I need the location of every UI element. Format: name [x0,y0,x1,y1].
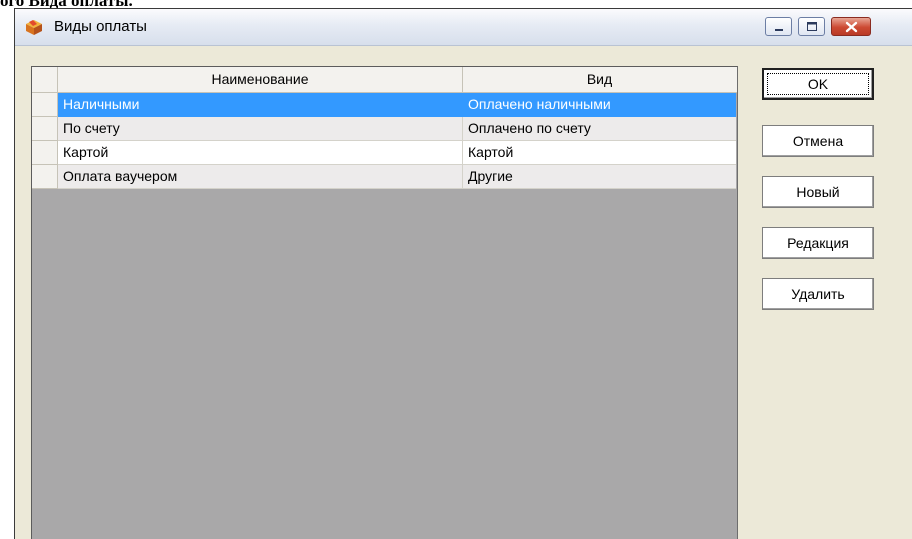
row-indicator[interactable] [32,165,58,189]
grid-header: Наименование Вид [32,67,737,93]
cell-kind[interactable]: Оплачено по счету [463,117,736,141]
table-row[interactable]: Наличными Оплачено наличными [32,93,736,117]
table-row[interactable]: По счету Оплачено по счету [32,117,736,141]
row-indicator[interactable] [32,93,58,117]
close-button[interactable] [831,17,871,36]
cell-name[interactable]: Оплата ваучером [58,165,463,189]
delete-button[interactable]: Удалить [762,278,874,310]
column-header-name[interactable]: Наименование [58,67,463,92]
box-icon [26,20,42,35]
cell-name[interactable]: По счету [58,117,463,141]
row-indicator[interactable] [32,117,58,141]
title-bar[interactable]: Виды оплаты [15,9,912,46]
maximize-button[interactable] [798,17,825,36]
cell-kind[interactable]: Оплачено наличными [463,93,736,117]
table-row[interactable]: Оплата ваучером Другие [32,165,736,189]
payment-types-grid[interactable]: Наименование Вид Наличными Оплачено нали… [31,66,738,539]
cancel-button[interactable]: Отмена [762,125,874,157]
cell-name[interactable]: Картой [58,141,463,165]
header-indicator-cell [32,67,58,92]
table-row[interactable]: Картой Картой [32,141,736,165]
dialog-client-area: Наименование Вид Наличными Оплачено нали… [15,46,912,539]
new-button[interactable]: Новый [762,176,874,208]
row-indicator[interactable] [32,141,58,165]
payment-types-dialog: Виды оплаты Наименование Вид Наличными О… [14,8,912,539]
edit-button[interactable]: Редакция [762,227,874,259]
window-title: Виды оплаты [54,18,147,35]
minimize-icon [775,29,783,31]
close-icon [845,21,858,33]
cell-name[interactable]: Наличными [58,93,463,117]
minimize-button[interactable] [765,17,792,36]
column-header-kind[interactable]: Вид [463,67,736,92]
ok-button[interactable]: OK [762,68,874,100]
cell-kind[interactable]: Другие [463,165,736,189]
cell-kind[interactable]: Картой [463,141,736,165]
maximize-icon [807,22,817,31]
ok-button-label: OK [766,72,870,96]
